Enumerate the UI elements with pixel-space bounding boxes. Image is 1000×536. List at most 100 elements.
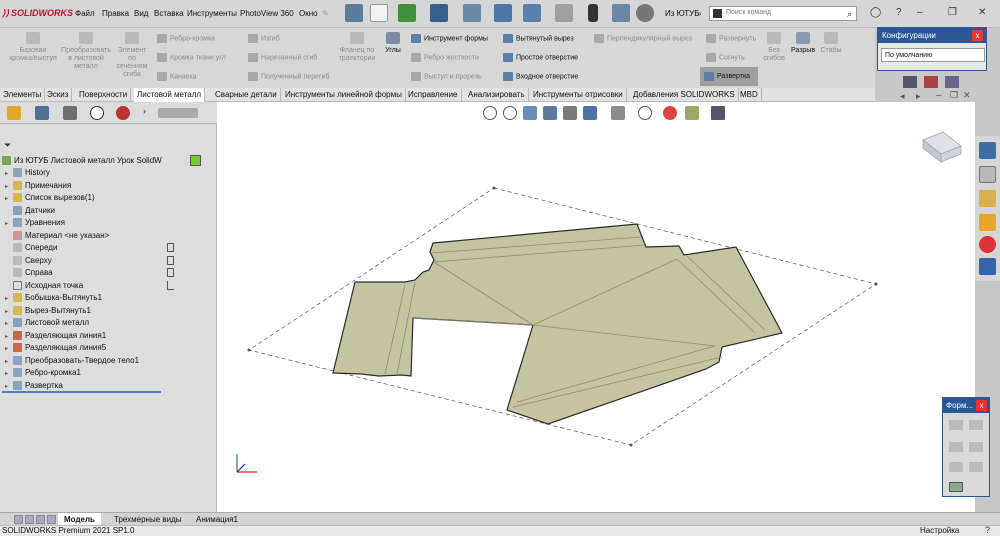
filter-icon[interactable]: ⏷ — [4, 140, 11, 151]
rip-button[interactable]: Разрыв — [790, 32, 816, 55]
form-tool-icon[interactable] — [949, 462, 963, 472]
tab-mold-tools[interactable]: Инструменты линейной формы — [282, 88, 406, 102]
menu-edit[interactable]: Правка — [102, 9, 129, 18]
traffic-light-icon[interactable] — [588, 4, 598, 22]
sketched-bend-button[interactable]: Нарезанный сгиб — [248, 53, 317, 62]
flatten-button[interactable]: Развертка — [700, 67, 758, 86]
tree-item-sheet-metal[interactable]: ▸ Листовой металл — [5, 317, 89, 329]
tab-features[interactable]: Элементы — [0, 88, 46, 102]
tree-item-top-plane[interactable]: Сверху — [5, 255, 52, 267]
solidworks-logo[interactable]: ⟩⟩ SOLIDWORKS — [2, 8, 73, 19]
resources-pane-icon[interactable] — [979, 166, 996, 183]
miter-flange-button[interactable]: Кромка ткани угл — [157, 53, 226, 62]
zoom-area-icon[interactable] — [503, 106, 517, 120]
view-orientation-dropdown-icon[interactable] — [583, 106, 597, 120]
menu-file[interactable]: Файл — [75, 9, 95, 18]
user-icon[interactable]: ◯ — [870, 7, 881, 18]
record-icon[interactable] — [924, 76, 938, 88]
flat-pattern-body[interactable] — [332, 223, 783, 425]
next-tab-icon[interactable] — [36, 515, 45, 524]
form-tool-icon[interactable] — [949, 482, 963, 492]
tab-sketch[interactable]: Эскиз — [44, 88, 73, 102]
tab-evaluate[interactable]: Исправление — [405, 88, 462, 102]
minimize-icon[interactable]: – — [917, 7, 923, 18]
home-pane-icon[interactable] — [979, 142, 996, 159]
form-tool-icon[interactable] — [949, 420, 963, 430]
graphics-viewport[interactable] — [217, 102, 975, 512]
normal-cut-button[interactable]: Перпендикулярный вырез — [594, 34, 692, 43]
tab-addins[interactable]: Добавления SOLIDWORKS — [630, 88, 739, 102]
base-flange-button[interactable]: Базовая кромка/выступ — [8, 32, 58, 63]
design-library-icon[interactable] — [979, 190, 996, 207]
lofted-bend-button[interactable]: Элемент по сечениям сгиба — [113, 32, 151, 79]
hem-button[interactable]: Канавка — [157, 72, 197, 81]
open-icon[interactable] — [398, 4, 416, 22]
vent-button[interactable]: Входное отверстие — [503, 72, 578, 81]
select-arrow-icon[interactable] — [555, 4, 573, 22]
status-customize[interactable]: Настройка — [920, 526, 959, 535]
tree-item-origin[interactable]: Исходная точка — [5, 280, 83, 292]
tree-item-history[interactable]: ▸ History — [5, 167, 50, 179]
simple-hole-button[interactable]: Простое отверстие — [503, 53, 578, 62]
tab-render-tools[interactable]: Инструменты отрисовки — [530, 88, 627, 102]
view-minimize-icon[interactable]: – — [936, 90, 942, 101]
search-commands-input[interactable]: Поиск команд ⌕ — [709, 6, 857, 21]
property-manager-tab-icon[interactable] — [35, 106, 49, 120]
tree-item-convert-solid[interactable]: ▸ Преобразовать-Твердое тело1 — [5, 355, 139, 367]
view-nav-right-icon[interactable]: ▸ — [916, 91, 921, 102]
unfold-button[interactable]: Развернуть — [706, 34, 756, 43]
tree-item-right-plane[interactable]: Справа — [5, 267, 53, 279]
pin-icon[interactable]: ✎ — [322, 9, 329, 18]
form-panel-close-button[interactable]: x — [976, 400, 987, 411]
home-icon[interactable] — [345, 4, 363, 22]
menu-tools[interactable]: Инструменты — [187, 9, 237, 18]
undo-icon[interactable] — [494, 4, 512, 22]
magnifier-icon[interactable]: ⌕ — [847, 9, 852, 20]
extruded-cut-button[interactable]: Вытянутый вырез — [503, 34, 574, 43]
view-restore-icon[interactable]: ❐ — [950, 90, 958, 101]
view-nav-left-icon[interactable]: ◂ — [900, 91, 905, 102]
tab-analyze[interactable]: Анализировать — [465, 88, 529, 102]
first-tab-icon[interactable] — [14, 515, 23, 524]
view-settings-icon[interactable] — [711, 106, 725, 120]
tree-item-material[interactable]: Материал <не указан> — [5, 230, 109, 242]
bend-button[interactable]: Изгиб — [248, 34, 280, 43]
file-explorer-icon[interactable] — [979, 214, 996, 231]
tree-root-part[interactable]: Из ЮТУБ Листовой металл Урок SolidW — [2, 155, 162, 167]
configuration-manager-tab-icon[interactable] — [63, 106, 77, 120]
save-icon[interactable] — [430, 4, 448, 22]
menu-insert[interactable]: Вставка — [154, 9, 184, 18]
corners-button[interactable]: Углы — [382, 32, 404, 55]
configuration-close-button[interactable]: x — [972, 30, 983, 41]
no-bends-button[interactable]: Без сгибов — [762, 32, 786, 63]
view-orientation-icon[interactable] — [922, 131, 962, 163]
form-tool-icon[interactable] — [969, 420, 983, 430]
swept-flange-button[interactable]: Фланец по траектории — [336, 32, 378, 63]
menu-window[interactable]: Окно — [299, 9, 318, 18]
forming-tool-button[interactable]: Инструмент формы — [411, 34, 488, 43]
gear-icon[interactable] — [636, 4, 654, 22]
tree-item-notes[interactable]: ▸ Примечания — [5, 180, 71, 192]
apply-scene-icon[interactable] — [685, 106, 699, 120]
previous-view-icon[interactable] — [523, 106, 537, 120]
appearance-mini-icons[interactable] — [158, 108, 198, 118]
tab-slot-button[interactable]: Выступ и прорезь — [411, 72, 482, 81]
tree-item-split-line-5[interactable]: ▸ Разделяющая линия5 — [5, 342, 106, 354]
form-tool-icon[interactable] — [969, 442, 983, 452]
rollback-bar[interactable] — [2, 391, 161, 393]
search-scope-icon[interactable] — [713, 9, 722, 18]
custom-properties-icon[interactable] — [979, 258, 996, 275]
feature-tree-tab-icon[interactable] — [7, 106, 21, 120]
tree-item-cut-extrude[interactable]: ▸ Вырез-Вытянуть1 — [5, 305, 91, 317]
tab-sheet-metal[interactable]: Листовой металл — [134, 88, 206, 102]
view-close-icon[interactable]: ✕ — [963, 90, 971, 101]
appearances-pane-icon[interactable] — [979, 236, 996, 253]
edge-flange-button[interactable]: Ребро-кромка — [157, 34, 215, 43]
tree-item-split-line-1[interactable]: ▸ Разделяющая линия1 — [5, 330, 106, 342]
dimxpert-tab-icon[interactable] — [90, 106, 104, 120]
tree-item-sensors[interactable]: Датчики — [5, 205, 55, 217]
zoom-to-fit-icon[interactable] — [483, 106, 497, 120]
tab-mbd[interactable]: MBD — [737, 88, 762, 102]
redo-icon[interactable] — [523, 4, 541, 22]
tree-item-boss-extrude[interactable]: ▸ Бобышка-Вытянуть1 — [5, 292, 102, 304]
